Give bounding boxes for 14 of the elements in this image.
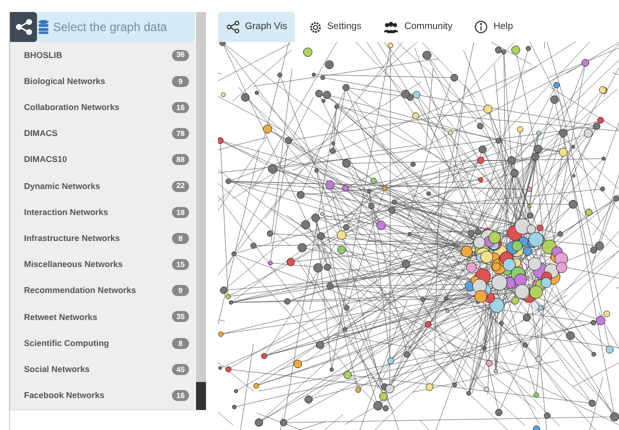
nav-tab[interactable]: Graph Vis [218,12,296,42]
share-tab[interactable] [10,12,37,42]
share-icon [14,18,32,36]
database-icon [38,20,49,34]
nav-tab[interactable]: Community [375,12,460,42]
scrollbar-thumb[interactable] [196,382,206,410]
network-graph-drawing[interactable] [218,42,619,430]
scrollbar[interactable] [196,12,206,410]
nav-tab[interactable]: Help [466,12,521,42]
gear-icon [309,20,322,34]
share-icon [226,20,240,34]
users-icon [383,20,400,34]
info-icon [474,20,488,34]
nav-tab[interactable]: Settings [301,12,370,42]
